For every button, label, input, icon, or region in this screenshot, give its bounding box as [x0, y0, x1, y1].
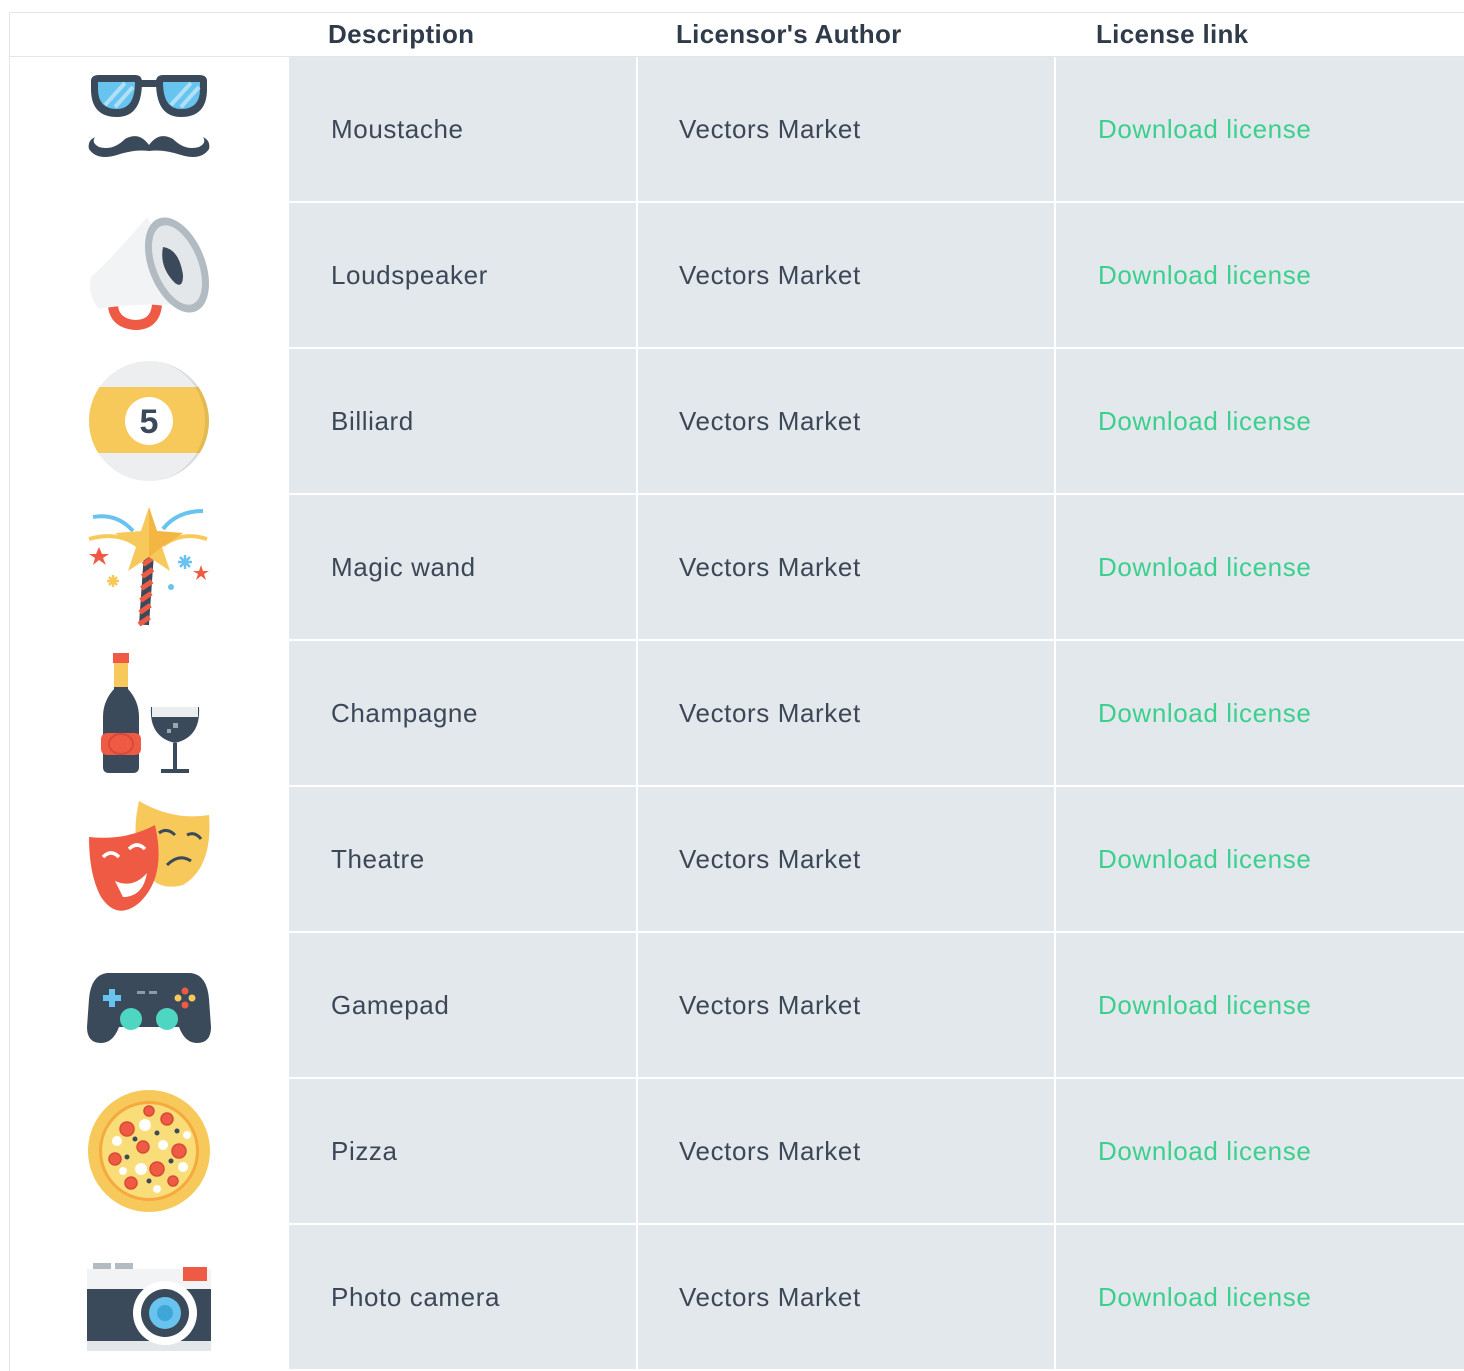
- author-text: Vectors Market: [679, 405, 861, 436]
- icon-cell: [10, 57, 288, 201]
- download-license-link[interactable]: Download license: [1056, 406, 1311, 437]
- author-text: Vectors Market: [679, 113, 861, 144]
- icon-cell: [10, 933, 288, 1077]
- icon-cell: [10, 203, 288, 347]
- moustache-icon: [88, 75, 210, 157]
- author-text: Vectors Market: [679, 843, 861, 874]
- icon-cell: 5: [10, 349, 288, 493]
- icon-cell: [10, 1079, 288, 1223]
- description-text: Loudspeaker: [331, 259, 488, 290]
- theatre-icon: [89, 801, 210, 911]
- description-text: Champagne: [331, 697, 479, 728]
- author-text: Vectors Market: [679, 989, 861, 1020]
- icon-cell: [10, 1225, 288, 1369]
- header-license: License link: [1096, 19, 1249, 49]
- table-row: Pizza Vectors Market Download license: [10, 1079, 1464, 1225]
- header-author: Licensor's Author: [676, 19, 902, 49]
- description-text: Magic wand: [331, 551, 476, 582]
- author-text: Vectors Market: [679, 551, 861, 582]
- billiard-number: 5: [140, 403, 159, 441]
- author-text: Vectors Market: [679, 1281, 861, 1312]
- pizza-icon: [88, 1090, 210, 1212]
- author-text: Vectors Market: [679, 259, 861, 290]
- table-row: Gamepad Vectors Market Download license: [10, 933, 1464, 1079]
- license-table: Description Licensor's Author License li…: [9, 12, 1464, 1371]
- icon-cell: [10, 641, 288, 785]
- download-license-link[interactable]: Download license: [1056, 552, 1311, 583]
- icon-cell: [10, 787, 288, 931]
- table-header: Description Licensor's Author License li…: [10, 13, 1464, 57]
- download-license-link[interactable]: Download license: [1056, 260, 1311, 291]
- author-text: Vectors Market: [679, 697, 861, 728]
- table-row: Theatre Vectors Market Download license: [10, 787, 1464, 933]
- description-text: Gamepad: [331, 989, 450, 1020]
- download-license-link[interactable]: Download license: [1056, 114, 1311, 145]
- champagne-icon: [101, 653, 200, 773]
- loudspeaker-icon: [90, 217, 210, 331]
- header-description: Description: [328, 19, 475, 49]
- table-row: Magic wand Vectors Market Download licen…: [10, 495, 1464, 641]
- table-row: 5 Billiard Vectors Market Download licen…: [10, 349, 1464, 495]
- author-text: Vectors Market: [679, 1135, 861, 1166]
- billiard-icon: 5: [89, 361, 209, 481]
- icon-cell: [10, 495, 288, 639]
- table-row: Photo camera Vectors Market Download lic…: [10, 1225, 1464, 1371]
- table-row: Moustache Vectors Market Download licens…: [10, 57, 1464, 203]
- description-text: Billiard: [331, 405, 414, 436]
- download-license-link[interactable]: Download license: [1056, 990, 1311, 1021]
- description-text: Moustache: [331, 113, 464, 144]
- download-license-link[interactable]: Download license: [1056, 844, 1311, 875]
- description-text: Photo camera: [331, 1281, 501, 1312]
- download-license-link[interactable]: Download license: [1056, 698, 1311, 729]
- magic-wand-icon: [88, 507, 209, 627]
- table-row: Loudspeaker Vectors Market Download lice…: [10, 203, 1464, 349]
- gamepad-icon: [87, 973, 211, 1043]
- table-row: Champagne Vectors Market Download licens…: [10, 641, 1464, 787]
- description-text: Pizza: [331, 1135, 398, 1166]
- description-text: Theatre: [331, 843, 425, 874]
- download-license-link[interactable]: Download license: [1056, 1136, 1311, 1167]
- download-license-link[interactable]: Download license: [1056, 1282, 1311, 1313]
- photo-camera-icon: [87, 1263, 211, 1351]
